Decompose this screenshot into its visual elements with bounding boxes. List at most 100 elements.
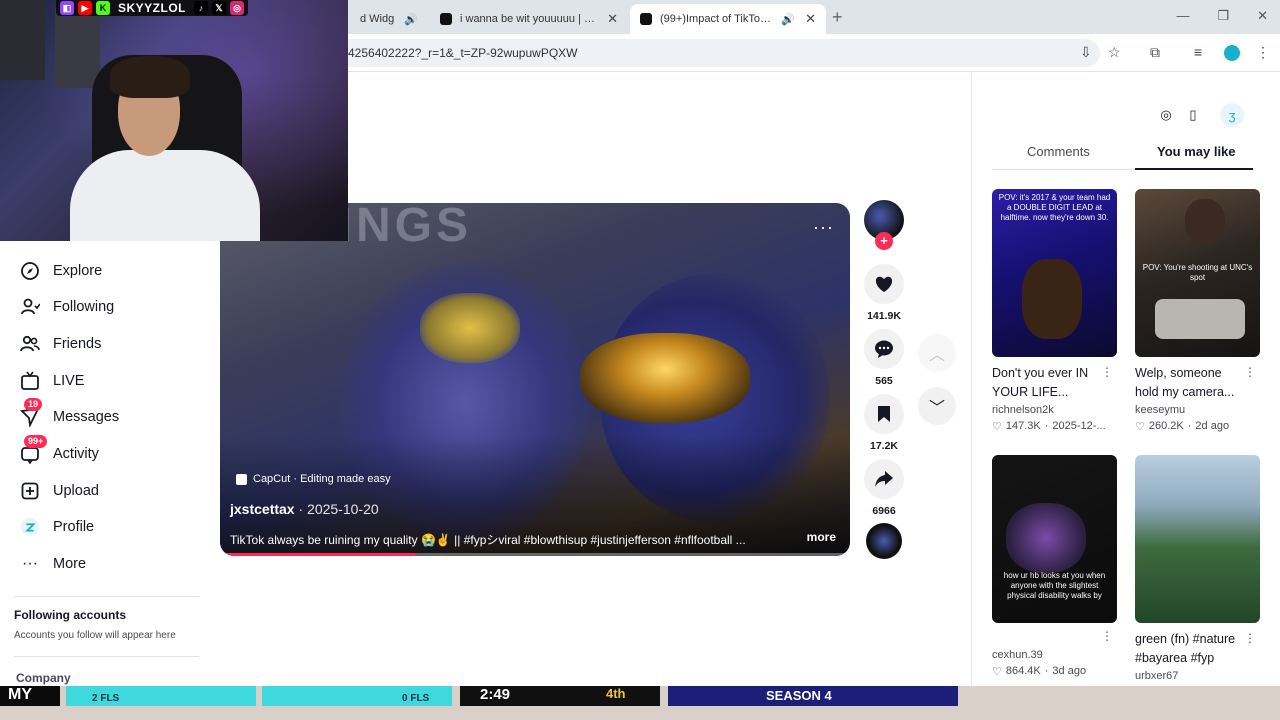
save-action[interactable]: 17.2K <box>864 394 904 452</box>
card-author[interactable]: keeseymu <box>1135 404 1260 416</box>
heart-outline-icon: ♡ <box>992 666 1002 678</box>
sidebar-divider <box>14 596 199 597</box>
video-thumbnail[interactable]: POV: it's 2017 & your team had a DOUBLE … <box>992 189 1117 357</box>
autoscroll-icon[interactable]: ◎ <box>1154 103 1178 127</box>
close-tab-icon[interactable]: ✕ <box>607 11 618 27</box>
media-control-icon[interactable]: ≡ <box>1194 44 1202 60</box>
comment-icon[interactable] <box>864 329 904 369</box>
card-author[interactable]: urbxer67 <box>1135 670 1260 682</box>
browser-tab-3-active[interactable]: (99+)Impact of TikTok on V 🔊 ✕ <box>630 4 826 34</box>
nav-label: LIVE <box>53 373 85 389</box>
nav-item-activity[interactable]: 99+ Activity <box>20 435 99 468</box>
follow-plus-button[interactable]: + <box>875 232 893 250</box>
phone-icon[interactable]: ▯ <box>1181 103 1205 127</box>
comment-count: 565 <box>875 375 893 387</box>
tab-you-may-like[interactable]: You may like <box>1157 144 1236 159</box>
card-options-icon[interactable]: ⋮ <box>1244 631 1256 645</box>
post-date: · 2025-10-20 <box>294 501 379 517</box>
wall-jersey <box>55 8 100 88</box>
share-icon[interactable] <box>864 459 904 499</box>
video-thumbnail[interactable] <box>1135 455 1260 623</box>
browser-menu-icon[interactable]: ⋮ <box>1256 44 1270 61</box>
suggested-video-card[interactable]: how ur hb looks at you when anyone with … <box>992 455 1117 678</box>
nav-item-profile[interactable]: Profile <box>20 513 94 541</box>
tab-title: i wanna be wit youuuuu | #justi <box>460 13 598 25</box>
scoreboard-fouls-a: 2 FLS <box>92 693 120 704</box>
following-accounts-heading: Following accounts <box>14 608 127 622</box>
nav-label: More <box>53 556 87 572</box>
more-icon: ··· <box>22 555 38 572</box>
nav-item-more[interactable]: ··· More <box>20 550 86 578</box>
caption-more-button[interactable]: more <box>807 530 836 544</box>
share-action[interactable]: 6966 <box>864 459 904 517</box>
sidebar-divider <box>14 656 199 657</box>
profile-avatar-icon[interactable]: ʒ <box>1220 103 1244 127</box>
capcut-tag[interactable]: CapCut · Editing made easy <box>236 473 391 485</box>
minimize-icon[interactable]: — <box>1176 8 1189 24</box>
video-thumbnail[interactable]: POV: You're shooting at UNC's spot <box>1135 189 1260 357</box>
browser-tab-2[interactable]: i wanna be wit youuuuu | #justi ✕ <box>430 4 628 34</box>
suggested-video-card[interactable]: green (fn) #nature #bayarea #fyp ⋮ urbxe… <box>1135 455 1260 682</box>
tab-comments[interactable]: Comments <box>1027 144 1090 159</box>
suggested-video-card[interactable]: POV: it's 2017 & your team had a DOUBLE … <box>992 189 1117 433</box>
url-field[interactable]: 4256402222?_r=1&_t=ZP-92wupuwPQXW <box>300 39 1100 67</box>
close-window-icon[interactable]: ✕ <box>1257 8 1268 24</box>
scoreboard-fouls-b: 0 FLS <box>402 693 430 704</box>
company-link[interactable]: Company <box>16 671 71 685</box>
capcut-icon <box>236 473 247 485</box>
heart-outline-icon: ♡ <box>1135 421 1145 433</box>
card-likes: 864.4K <box>1005 665 1041 677</box>
card-date: 2025-12-... <box>1052 420 1106 432</box>
card-stats: ♡ 147.3K · 2025-12-... <box>992 420 1117 433</box>
nav-item-live[interactable]: LIVE <box>20 367 84 395</box>
activity-badge: 99+ <box>24 435 48 448</box>
extensions-icon[interactable]: ⧉ <box>1150 44 1160 61</box>
next-video-button[interactable]: ﹀ <box>918 387 956 425</box>
video-options-icon[interactable]: ··· <box>813 217 834 238</box>
bookmark-star-icon[interactable]: ☆ <box>1108 44 1121 61</box>
heart-icon[interactable] <box>864 264 904 304</box>
youtube-icon: ▶ <box>78 1 92 15</box>
previous-video-button[interactable]: ︿ <box>918 334 956 372</box>
nav-label: Profile <box>53 519 95 535</box>
nav-item-messages[interactable]: 19 Messages <box>20 398 119 431</box>
window-controls: — ❐ ✕ <box>1176 8 1268 24</box>
suggested-video-card[interactable]: POV: You're shooting at UNC's spot Welp,… <box>1135 189 1260 433</box>
comment-action[interactable]: 565 <box>864 329 904 387</box>
nav-item-explore[interactable]: Explore <box>20 257 102 285</box>
nav-label: Friends <box>53 336 102 352</box>
card-title[interactable]: Don't you ever IN YOUR LIFE... <box>992 364 1104 402</box>
card-title[interactable]: green (fn) #nature #bayarea #fyp <box>1135 630 1247 668</box>
nav-item-following[interactable]: Following <box>20 293 114 321</box>
video-thumbnail[interactable]: how ur hb looks at you when anyone with … <box>992 455 1117 623</box>
bookmark-icon[interactable] <box>864 394 904 434</box>
messages-badge: 19 <box>24 398 43 411</box>
scoreboard-down: 4th <box>606 686 626 701</box>
like-action[interactable]: 141.9K <box>864 264 904 322</box>
nav-label: Activity <box>53 446 99 462</box>
card-options-icon[interactable]: ⋮ <box>1101 629 1113 643</box>
video-progress-fill <box>220 553 416 556</box>
thumbnail-overlay-text: POV: it's 2017 & your team had a DOUBLE … <box>998 193 1111 222</box>
sound-disc-icon[interactable] <box>866 523 902 559</box>
tab-title: (99+)Impact of TikTok on V <box>660 13 775 25</box>
author-name[interactable]: jxstcettax <box>230 501 295 517</box>
browser-tab-1[interactable]: d Widg 🔊 <box>350 4 428 34</box>
card-options-icon[interactable]: ⋮ <box>1244 365 1256 379</box>
following-icon <box>20 297 40 317</box>
maximize-icon[interactable]: ❐ <box>1217 8 1229 24</box>
new-tab-button[interactable]: + <box>832 7 843 28</box>
thumbnail-figure <box>1155 299 1245 339</box>
profile-avatar-icon[interactable] <box>1224 45 1240 61</box>
nav-item-upload[interactable]: Upload <box>20 477 99 505</box>
install-app-icon[interactable]: ⇩ <box>1080 44 1092 61</box>
card-options-icon[interactable]: ⋮ <box>1101 365 1113 379</box>
video-player[interactable]: KINGS ··· CapCut · Editing made easy jxs… <box>220 203 850 556</box>
stream-scoreboard: MY 2 FLS 0 FLS 2:49 4th SEASON 4 <box>0 686 1280 720</box>
card-author[interactable]: cexhun.39 <box>992 649 1117 661</box>
card-title[interactable]: Welp, someone hold my camera... <box>1135 364 1247 402</box>
video-author[interactable]: jxstcettax · 2025-10-20 <box>230 501 379 517</box>
close-tab-icon[interactable]: ✕ <box>805 11 816 27</box>
nav-item-friends[interactable]: Friends <box>20 330 101 358</box>
card-author[interactable]: richnelson2k <box>992 404 1117 416</box>
